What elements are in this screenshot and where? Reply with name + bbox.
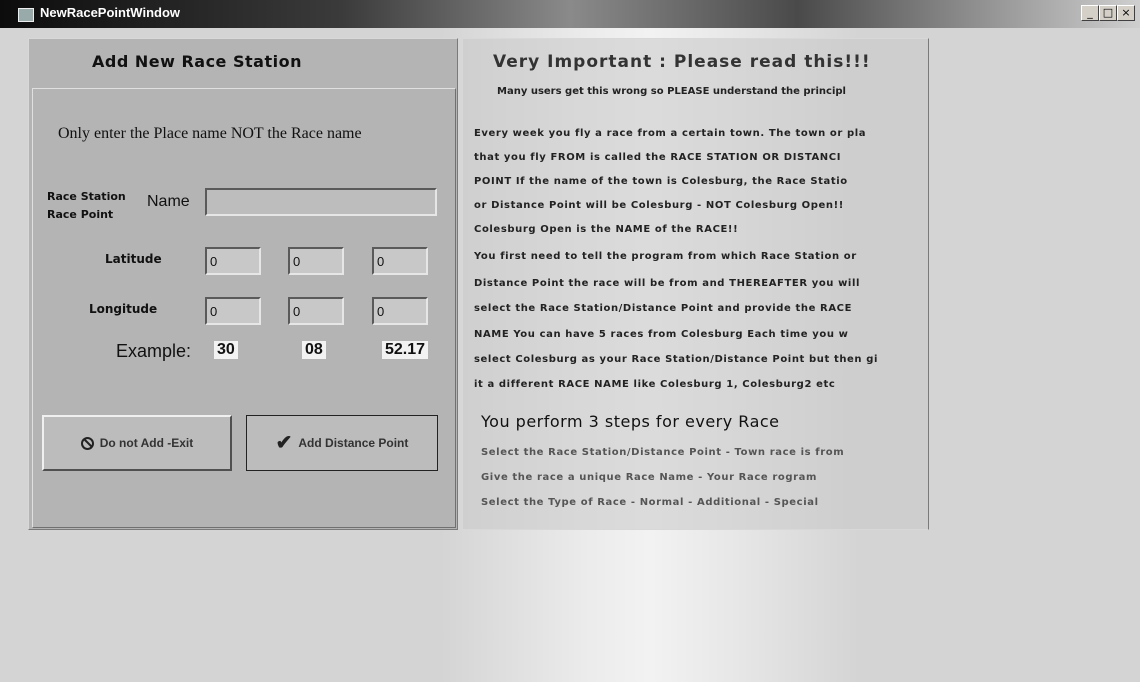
help-line: Every week you fly a race from a certain… bbox=[474, 128, 867, 139]
longitude-minutes-input[interactable] bbox=[288, 297, 344, 325]
name-label: Name bbox=[147, 193, 190, 210]
latitude-label: Latitude bbox=[105, 252, 162, 266]
example-minutes: 08 bbox=[302, 341, 326, 359]
do-not-add-exit-button[interactable]: Do not Add -Exit bbox=[42, 415, 232, 471]
exit-button-label: Do not Add -Exit bbox=[99, 436, 194, 450]
longitude-degrees-input[interactable] bbox=[205, 297, 261, 325]
example-label: Example: bbox=[116, 341, 192, 361]
latitude-minutes-input[interactable] bbox=[288, 247, 344, 275]
title-bar[interactable]: NewRacePointWindow _ □ × bbox=[0, 0, 1140, 28]
steps-title: You perform 3 steps for every Race bbox=[481, 412, 780, 431]
help-line: select the Race Station/Distance Point a… bbox=[474, 303, 853, 314]
section-title: Add New Race Station bbox=[92, 52, 302, 71]
longitude-label: Longitude bbox=[89, 302, 158, 316]
window-title: NewRacePointWindow bbox=[40, 5, 181, 20]
longitude-seconds-input[interactable] bbox=[372, 297, 428, 325]
help-line: Distance Point the race will be from and… bbox=[474, 278, 861, 289]
race-station-label: Race Station bbox=[47, 190, 126, 203]
instruction-text: Only enter the Place name NOT the Race n… bbox=[58, 125, 362, 142]
help-line: Colesburg Open is the NAME of the RACE!! bbox=[474, 224, 739, 235]
help-line: that you fly FROM is called the RACE STA… bbox=[474, 152, 842, 163]
race-point-label: Race Point bbox=[47, 208, 114, 221]
help-line: You first need to tell the program from … bbox=[474, 251, 857, 262]
step-item: Give the race a unique Race Name - Your … bbox=[481, 472, 817, 483]
checkmark-icon: ✔ bbox=[275, 432, 293, 454]
help-subtitle: Many users get this wrong so PLEASE unde… bbox=[497, 86, 846, 97]
close-button[interactable]: × bbox=[1117, 5, 1135, 21]
station-name-input[interactable] bbox=[205, 188, 437, 216]
help-title: Very Important : Please read this!!! bbox=[493, 52, 871, 72]
help-line: POINT If the name of the town is Colesbu… bbox=[474, 176, 848, 187]
help-line: NAME You can have 5 races from Colesburg… bbox=[474, 329, 849, 340]
latitude-degrees-input[interactable] bbox=[205, 247, 261, 275]
help-line: or Distance Point will be Colesburg - NO… bbox=[474, 200, 844, 211]
minimize-button[interactable]: _ bbox=[1081, 5, 1099, 21]
add-button-label: Add Distance Point bbox=[298, 436, 409, 450]
app-icon bbox=[18, 8, 34, 22]
step-item: Select the Race Station/Distance Point -… bbox=[481, 447, 845, 458]
maximize-button[interactable]: □ bbox=[1099, 5, 1117, 21]
latitude-seconds-input[interactable] bbox=[372, 247, 428, 275]
no-entry-icon bbox=[80, 436, 94, 450]
example-degrees: 30 bbox=[214, 341, 238, 359]
help-line: select Colesburg as your Race Station/Di… bbox=[474, 354, 879, 365]
step-item: Select the Type of Race - Normal - Addit… bbox=[481, 497, 819, 508]
help-line: it a different RACE NAME like Colesburg … bbox=[474, 379, 836, 390]
add-distance-point-button[interactable]: ✔ Add Distance Point bbox=[246, 415, 438, 471]
example-seconds: 52.17 bbox=[382, 341, 429, 359]
